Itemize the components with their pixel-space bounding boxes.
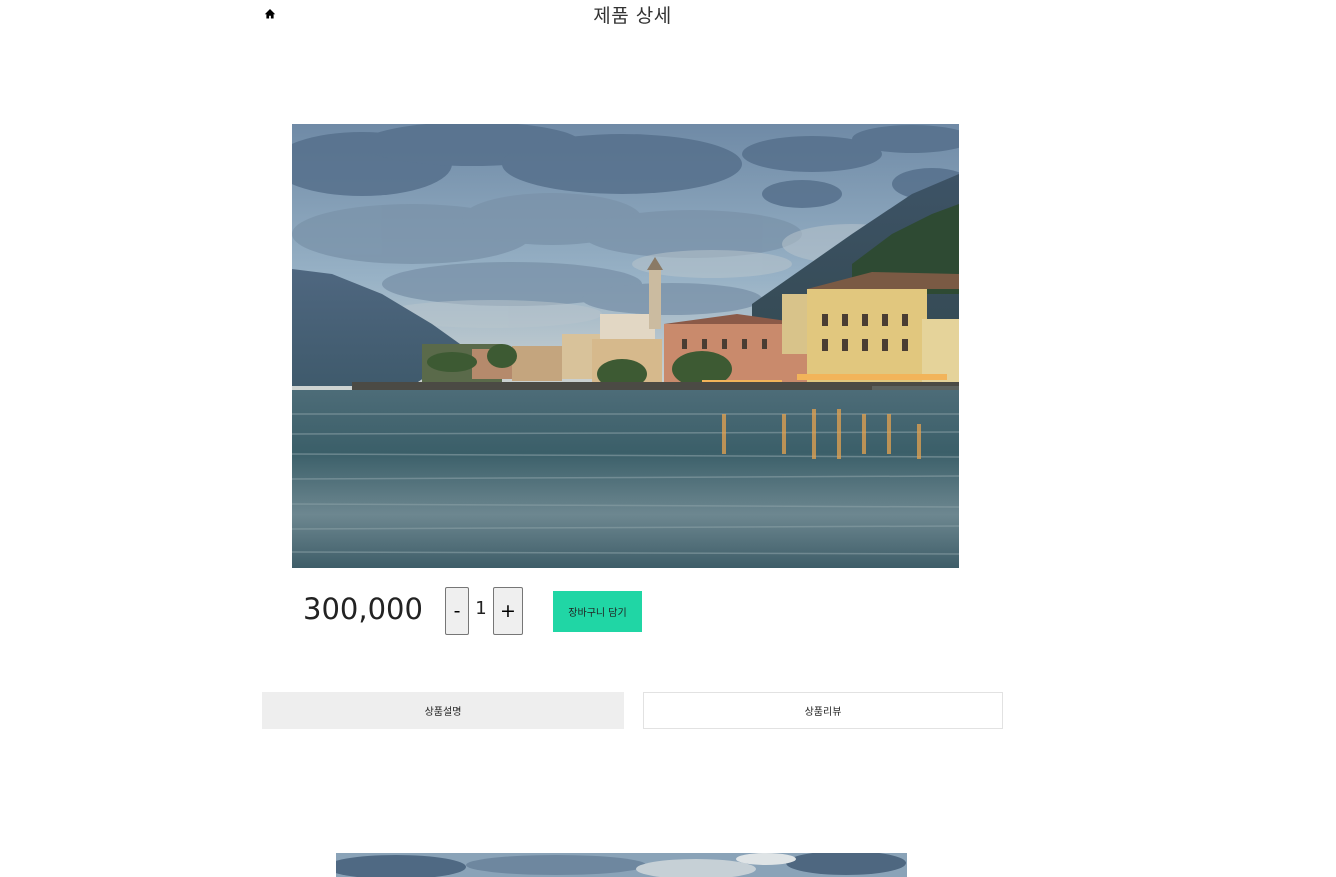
tab-product-review[interactable]: 상품리뷰 [643, 692, 1003, 729]
quantity-increment-button[interactable]: + [493, 587, 523, 635]
detail-image [336, 853, 907, 877]
quantity-value: 1 [475, 598, 487, 619]
tab-product-description[interactable]: 상품설명 [262, 692, 624, 729]
page-title: 제품 상세 [593, 5, 672, 27]
product-detail-page: 제품 상세 300,000 - 1 + 장바구니 담기 상품설명 상품리뷰 [0, 0, 1336, 877]
header: 제품 상세 [262, 0, 1003, 30]
product-image [292, 124, 959, 568]
add-to-cart-button[interactable]: 장바구니 담기 [553, 591, 642, 632]
quantity-decrement-button[interactable]: - [445, 587, 469, 635]
product-price: 300,000 [303, 592, 423, 626]
